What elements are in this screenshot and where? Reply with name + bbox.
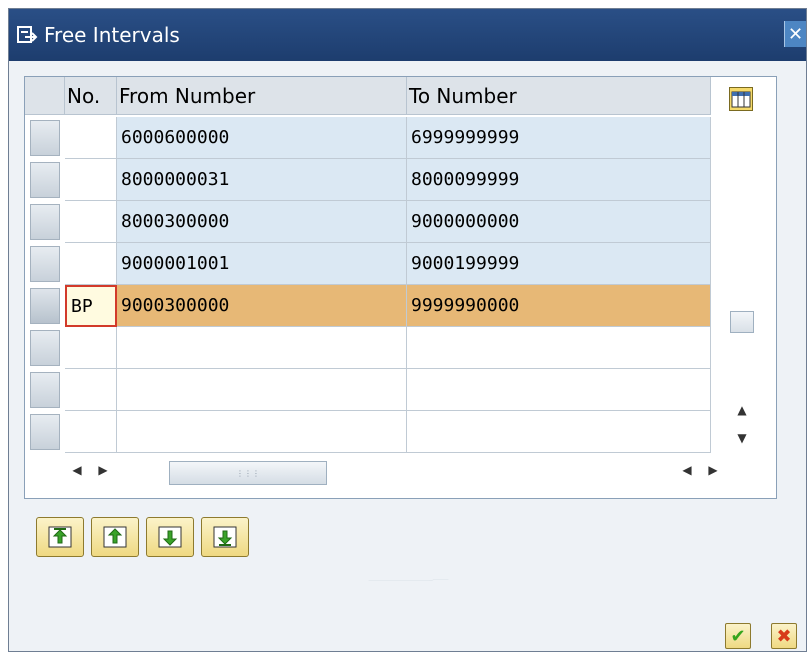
row-selector[interactable] bbox=[30, 372, 60, 408]
first-page-button[interactable] bbox=[36, 517, 84, 557]
cell-no[interactable]: BP bbox=[65, 285, 117, 327]
cell-to-number[interactable] bbox=[407, 327, 711, 369]
footer-divider bbox=[368, 579, 449, 581]
table-row[interactable]: 8000000031 8000099999 bbox=[65, 159, 711, 201]
scroll-up-icon[interactable]: ▲ bbox=[734, 403, 750, 417]
dialog-title: Free Intervals bbox=[44, 23, 180, 47]
cell-from-number[interactable]: 8000000031 bbox=[117, 159, 407, 201]
cell-no[interactable] bbox=[65, 327, 117, 369]
table-row[interactable]: 9000001001 9000199999 bbox=[65, 243, 711, 285]
header-from-number[interactable]: From Number bbox=[117, 77, 407, 115]
cell-to-number[interactable] bbox=[407, 369, 711, 411]
cell-from-number[interactable]: 9000300000 bbox=[117, 285, 407, 327]
header-to-number[interactable]: To Number bbox=[407, 77, 711, 115]
scroll-right-icon[interactable]: ▶ bbox=[95, 463, 111, 481]
cell-to-number[interactable] bbox=[407, 411, 711, 453]
table-row[interactable] bbox=[65, 369, 711, 411]
row-selector[interactable] bbox=[30, 162, 60, 198]
column-settings-button[interactable] bbox=[729, 87, 753, 111]
next-page-button[interactable] bbox=[146, 517, 194, 557]
table-row[interactable]: 6000600000 6999999999 bbox=[65, 117, 711, 159]
vertical-scroll-thumb[interactable] bbox=[730, 311, 754, 333]
cell-no[interactable] bbox=[65, 369, 117, 411]
scroll-left-icon-2[interactable]: ◀ bbox=[679, 463, 695, 481]
previous-page-icon bbox=[103, 526, 127, 548]
cell-from-number[interactable] bbox=[117, 369, 407, 411]
close-icon: ✕ bbox=[787, 23, 804, 45]
cell-no[interactable] bbox=[65, 243, 117, 285]
cell-to-number[interactable]: 9000199999 bbox=[407, 243, 711, 285]
table-row[interactable] bbox=[65, 411, 711, 453]
header-select-all[interactable] bbox=[25, 77, 65, 115]
cell-from-number[interactable] bbox=[117, 411, 407, 453]
header-no[interactable]: No. bbox=[65, 77, 117, 115]
cell-no[interactable] bbox=[65, 411, 117, 453]
close-button[interactable]: ✕ bbox=[784, 21, 806, 47]
cell-from-number[interactable]: 6000600000 bbox=[117, 117, 407, 159]
cancel-button[interactable]: ✖ bbox=[771, 623, 797, 649]
cell-no[interactable] bbox=[65, 201, 117, 243]
last-page-button[interactable] bbox=[201, 517, 249, 557]
table-row[interactable]: BP 9000300000 9999990000 bbox=[65, 285, 711, 327]
first-page-icon bbox=[48, 526, 72, 548]
cell-to-number[interactable]: 8000099999 bbox=[407, 159, 711, 201]
next-page-icon bbox=[158, 526, 182, 548]
scroll-left-icon[interactable]: ◀ bbox=[69, 463, 85, 481]
row-selector[interactable] bbox=[30, 120, 60, 156]
previous-page-button[interactable] bbox=[91, 517, 139, 557]
cell-from-number[interactable]: 8000300000 bbox=[117, 201, 407, 243]
cell-from-number[interactable]: 9000001001 bbox=[117, 243, 407, 285]
checkmark-icon: ✔ bbox=[730, 625, 746, 647]
table-header: No. From Number To Number bbox=[25, 77, 711, 115]
cell-no[interactable] bbox=[65, 159, 117, 201]
row-selector[interactable] bbox=[30, 414, 60, 450]
free-intervals-dialog: Free Intervals ✕ No. From Number To Numb… bbox=[8, 8, 807, 652]
horizontal-scroll-thumb[interactable]: ⋮⋮⋮ bbox=[169, 461, 327, 485]
cell-to-number[interactable]: 9999990000 bbox=[407, 285, 711, 327]
scroll-down-icon[interactable]: ▼ bbox=[734, 431, 750, 445]
table-row[interactable] bbox=[65, 327, 711, 369]
horizontal-scrollbar[interactable]: ◀ ▶ ⋮⋮⋮ ◀ ▶ bbox=[65, 457, 755, 487]
table-row[interactable]: 8000300000 9000000000 bbox=[65, 201, 711, 243]
cell-from-number[interactable] bbox=[117, 327, 407, 369]
cell-to-number[interactable]: 9000000000 bbox=[407, 201, 711, 243]
scroll-right-icon-2[interactable]: ▶ bbox=[705, 463, 721, 481]
intervals-table: No. From Number To Number 6000600000 6999… bbox=[24, 76, 777, 499]
dialog-icon bbox=[17, 26, 39, 44]
column-settings-icon bbox=[731, 91, 751, 108]
row-selector[interactable] bbox=[30, 330, 60, 366]
cell-no[interactable] bbox=[65, 117, 117, 159]
confirm-button[interactable]: ✔ bbox=[725, 623, 751, 649]
vertical-scrollbar[interactable]: ▲ ▼ bbox=[728, 117, 756, 457]
cancel-icon: ✖ bbox=[776, 625, 792, 647]
last-page-icon bbox=[213, 526, 237, 548]
title-bar: Free Intervals ✕ bbox=[9, 9, 806, 61]
row-selector[interactable] bbox=[30, 288, 60, 324]
row-selector[interactable] bbox=[30, 204, 60, 240]
row-selector[interactable] bbox=[30, 246, 60, 282]
cell-to-number[interactable]: 6999999999 bbox=[407, 117, 711, 159]
